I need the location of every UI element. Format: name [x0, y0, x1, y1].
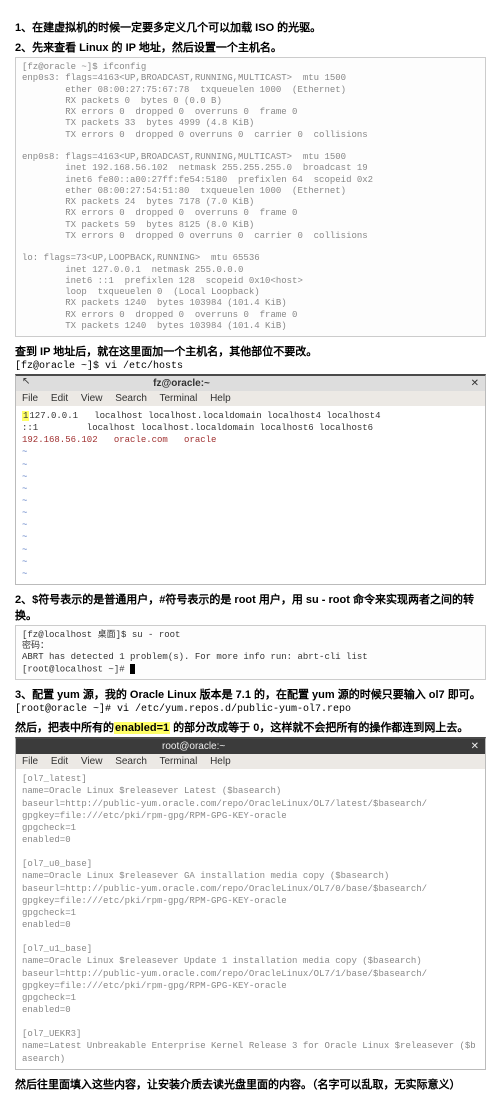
menu-edit[interactable]: Edit — [51, 393, 68, 404]
hosts-host: oracle — [184, 435, 216, 445]
su-line4: [root@localhost ~]# — [22, 664, 125, 674]
hosts-line1: 127.0.0.1 localhost localhost.localdomai… — [29, 411, 380, 421]
su-line3: ABRT has detected 1 problem(s). For more… — [22, 652, 368, 662]
menu-view[interactable]: View — [81, 393, 103, 404]
vi-tilde: ~ — [22, 545, 27, 555]
step4b-post: 的部分改成等于 0，这样就不会把所有的操作都连到网上去。 — [170, 722, 468, 734]
vi-tilde: ~ — [22, 447, 27, 457]
vi-tilde: ~ — [22, 532, 27, 542]
menu-search[interactable]: Search — [115, 756, 147, 767]
step-2b: 查到 IP 地址后，就在这里面加一个主机名，其他部位不要改。 — [15, 343, 486, 359]
vi-tilde: ~ — [22, 508, 27, 518]
repo-file-body: [ol7_latest] name=Oracle Linux $releasev… — [16, 769, 485, 1068]
step-4b: 然后，把表中所有的enabled=1 的部分改成等于 0，这样就不会把所有的操作… — [15, 719, 486, 735]
close-icon[interactable]: ✕ — [471, 378, 479, 389]
titlebar-repo: root@oracle:~ ✕ — [16, 739, 485, 754]
step-1: 1、在建虚拟机的时候一定要多定义几个可以加载 ISO 的光驱。 — [15, 19, 486, 35]
su-line2: 密码： — [22, 641, 49, 651]
window-title: fz@oracle:~ — [153, 378, 210, 389]
hosts-ip: 192.168.56.102 — [22, 435, 98, 445]
step-4a: 3、配置 yum 源，我的 Oracle Linux 版本是 7.1 的，在配置… — [15, 686, 486, 702]
step4b-pre: 然后，把表中所有的 — [15, 722, 114, 734]
menubar: File Edit View Search Terminal Help — [16, 391, 485, 406]
cmd-vi-repo: [root@oracle ~]# vi /etc/yum.repos.d/pub… — [15, 704, 486, 715]
step-2: 2、先来查看 Linux 的 IP 地址，然后设置一个主机名。 — [15, 39, 486, 55]
window-title-repo: root@oracle:~ — [162, 741, 225, 752]
cursor-icon — [22, 376, 30, 387]
hosts-line2: ::1 localhost localhost.localdomain loca… — [22, 423, 373, 433]
menu-search[interactable]: Search — [115, 393, 147, 404]
menu-view[interactable]: View — [81, 756, 103, 767]
menu-file[interactable]: File — [22, 756, 38, 767]
step-5: 然后往里面填入这些内容，让安装介质去读光盘里面的内容。（名字可以乱取，无实际意义… — [15, 1076, 486, 1092]
menu-edit[interactable]: Edit — [51, 756, 68, 767]
titlebar-hosts: fz@oracle:~ ✕ — [16, 376, 485, 391]
menu-help[interactable]: Help — [210, 393, 231, 404]
vi-tilde: ~ — [22, 557, 27, 567]
hosts-file-body: 1127.0.0.1 localhost localhost.localdoma… — [16, 406, 485, 584]
step-3: 2、$符号表示的是普通用户，#符号表示的是 root 用户，用 su - roo… — [15, 591, 486, 623]
cmd-vi-hosts: [fz@oracle ~]$ vi /etc/hosts — [15, 361, 486, 372]
menu-help[interactable]: Help — [210, 756, 231, 767]
vi-tilde: ~ — [22, 472, 27, 482]
ifconfig-output: [fz@oracle ~]$ ifconfig enp0s3: flags=41… — [15, 57, 486, 337]
menu-terminal[interactable]: Terminal — [160, 756, 198, 767]
terminal-window-hosts: fz@oracle:~ ✕ File Edit View Search Term… — [15, 374, 486, 585]
menu-file[interactable]: File — [22, 393, 38, 404]
vi-tilde: ~ — [22, 484, 27, 494]
vi-tilde: ~ — [22, 520, 27, 530]
su-block: [fz@localhost 桌面]$ su - root 密码： ABRT ha… — [15, 625, 486, 680]
vi-tilde: ~ — [22, 460, 27, 470]
su-line1: [fz@localhost 桌面]$ su - root — [22, 630, 180, 640]
vi-tilde: ~ — [22, 496, 27, 506]
cursor-block — [130, 664, 135, 674]
menubar-repo: File Edit View Search Terminal Help — [16, 754, 485, 769]
hosts-fqdn: oracle.com — [114, 435, 168, 445]
menu-terminal[interactable]: Terminal — [160, 393, 198, 404]
terminal-window-repo: root@oracle:~ ✕ File Edit View Search Te… — [15, 737, 486, 1069]
step4b-highlight: enabled=1 — [114, 722, 170, 734]
vi-tilde: ~ — [22, 569, 27, 579]
close-icon[interactable]: ✕ — [471, 741, 479, 752]
